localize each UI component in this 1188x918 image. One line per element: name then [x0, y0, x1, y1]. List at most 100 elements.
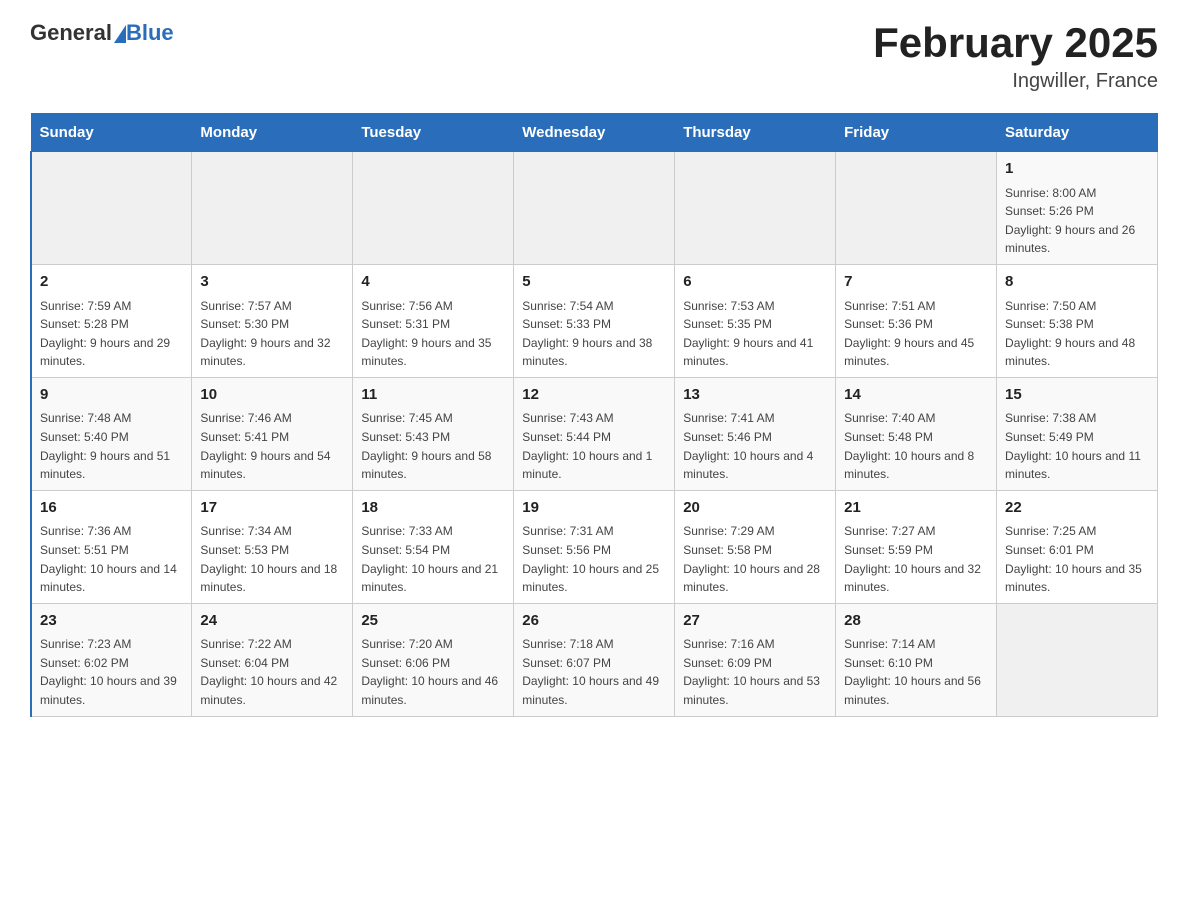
header-thursday: Thursday: [675, 114, 836, 152]
table-row: 7 Sunrise: 7:51 AMSunset: 5:36 PMDaylight…: [836, 265, 997, 378]
day-number: 25: [361, 610, 505, 633]
table-row: [997, 603, 1158, 716]
table-row: 23Sunrise: 7:23 AMSunset: 6:02 PMDayligh…: [31, 603, 192, 716]
day-number: 1: [1005, 158, 1149, 181]
day-number: 13: [683, 384, 827, 407]
day-number: 17: [200, 497, 344, 520]
table-row: 15Sunrise: 7:38 AMSunset: 5:49 PMDayligh…: [997, 377, 1158, 490]
table-row: 4Sunrise: 7:56 AMSunset: 5:31 PMDaylight…: [353, 265, 514, 378]
table-row: 25Sunrise: 7:20 AMSunset: 6:06 PMDayligh…: [353, 603, 514, 716]
logo-general-text: General: [30, 20, 112, 46]
header-friday: Friday: [836, 114, 997, 152]
day-number: 4: [361, 271, 505, 294]
table-row: 28Sunrise: 7:14 AMSunset: 6:10 PMDayligh…: [836, 603, 997, 716]
location-title: Ingwiller, France: [873, 70, 1158, 93]
header-monday: Monday: [192, 114, 353, 152]
sun-info: Sunrise: 7:43 AMSunset: 5:44 PMDaylight:…: [522, 409, 666, 483]
table-row: 2 Sunrise: 7:59 AMSunset: 5:28 PMDaylight…: [31, 265, 192, 378]
day-number: 2: [40, 271, 183, 294]
sun-info: Sunrise: 7:41 AMSunset: 5:46 PMDaylight:…: [683, 409, 827, 483]
calendar-header-row: Sunday Monday Tuesday Wednesday Thursday…: [31, 114, 1158, 152]
table-row: 17Sunrise: 7:34 AMSunset: 5:53 PMDayligh…: [192, 490, 353, 603]
day-number: 18: [361, 497, 505, 520]
sun-info: Sunrise: 7:23 AMSunset: 6:02 PMDaylight:…: [40, 635, 183, 709]
table-row: 3Sunrise: 7:57 AMSunset: 5:30 PMDaylight…: [192, 265, 353, 378]
table-row: [836, 152, 997, 265]
sun-info: Sunrise: 8:00 AMSunset: 5:26 PMDaylight:…: [1005, 184, 1149, 258]
sun-info: Sunrise: 7:54 AMSunset: 5:33 PMDaylight:…: [522, 297, 666, 371]
sun-info: Sunrise: 7:57 AMSunset: 5:30 PMDaylight:…: [200, 297, 344, 371]
logo: General Blue: [30, 20, 174, 46]
sun-info: Sunrise: 7:36 AMSunset: 5:51 PMDaylight:…: [40, 522, 183, 596]
table-row: 18Sunrise: 7:33 AMSunset: 5:54 PMDayligh…: [353, 490, 514, 603]
day-number: 7: [844, 271, 988, 294]
table-row: 14Sunrise: 7:40 AMSunset: 5:48 PMDayligh…: [836, 377, 997, 490]
header-saturday: Saturday: [997, 114, 1158, 152]
day-number: 12: [522, 384, 666, 407]
table-row: [353, 152, 514, 265]
table-row: [675, 152, 836, 265]
day-number: 19: [522, 497, 666, 520]
day-number: 21: [844, 497, 988, 520]
sun-info: Sunrise: 7:53 AMSunset: 5:35 PMDaylight:…: [683, 297, 827, 371]
sun-info: Sunrise: 7:50 AMSunset: 5:38 PMDaylight:…: [1005, 297, 1149, 371]
table-row: [192, 152, 353, 265]
table-row: [31, 152, 192, 265]
table-row: 10Sunrise: 7:46 AMSunset: 5:41 PMDayligh…: [192, 377, 353, 490]
sun-info: Sunrise: 7:20 AMSunset: 6:06 PMDaylight:…: [361, 635, 505, 709]
calendar-week-row: 9Sunrise: 7:48 AMSunset: 5:40 PMDaylight…: [31, 377, 1158, 490]
sun-info: Sunrise: 7:27 AMSunset: 5:59 PMDaylight:…: [844, 522, 988, 596]
header-wednesday: Wednesday: [514, 114, 675, 152]
table-row: 21Sunrise: 7:27 AMSunset: 5:59 PMDayligh…: [836, 490, 997, 603]
table-row: 22Sunrise: 7:25 AMSunset: 6:01 PMDayligh…: [997, 490, 1158, 603]
calendar-week-row: 1 Sunrise: 8:00 AMSunset: 5:26 PMDaylight…: [31, 152, 1158, 265]
day-number: 14: [844, 384, 988, 407]
day-number: 6: [683, 271, 827, 294]
day-number: 5: [522, 271, 666, 294]
day-number: 16: [40, 497, 183, 520]
table-row: 13Sunrise: 7:41 AMSunset: 5:46 PMDayligh…: [675, 377, 836, 490]
table-row: 19Sunrise: 7:31 AMSunset: 5:56 PMDayligh…: [514, 490, 675, 603]
day-number: 9: [40, 384, 183, 407]
day-number: 28: [844, 610, 988, 633]
table-row: 6 Sunrise: 7:53 AMSunset: 5:35 PMDaylight…: [675, 265, 836, 378]
sun-info: Sunrise: 7:18 AMSunset: 6:07 PMDaylight:…: [522, 635, 666, 709]
header-tuesday: Tuesday: [353, 114, 514, 152]
table-row: 12Sunrise: 7:43 AMSunset: 5:44 PMDayligh…: [514, 377, 675, 490]
sun-info: Sunrise: 7:31 AMSunset: 5:56 PMDaylight:…: [522, 522, 666, 596]
table-row: 1 Sunrise: 8:00 AMSunset: 5:26 PMDaylight…: [997, 152, 1158, 265]
logo-blue-text: Blue: [126, 20, 174, 46]
title-block: February 2025 Ingwiller, France: [873, 20, 1158, 93]
sun-info: Sunrise: 7:59 AMSunset: 5:28 PMDaylight:…: [40, 297, 183, 371]
table-row: 11Sunrise: 7:45 AMSunset: 5:43 PMDayligh…: [353, 377, 514, 490]
day-number: 11: [361, 384, 505, 407]
month-title: February 2025: [873, 20, 1158, 66]
sun-info: Sunrise: 7:51 AMSunset: 5:36 PMDaylight:…: [844, 297, 988, 371]
sun-info: Sunrise: 7:22 AMSunset: 6:04 PMDaylight:…: [200, 635, 344, 709]
day-number: 23: [40, 610, 183, 633]
sun-info: Sunrise: 7:48 AMSunset: 5:40 PMDaylight:…: [40, 409, 183, 483]
sun-info: Sunrise: 7:16 AMSunset: 6:09 PMDaylight:…: [683, 635, 827, 709]
sun-info: Sunrise: 7:29 AMSunset: 5:58 PMDaylight:…: [683, 522, 827, 596]
table-row: 20Sunrise: 7:29 AMSunset: 5:58 PMDayligh…: [675, 490, 836, 603]
day-number: 8: [1005, 271, 1149, 294]
day-number: 15: [1005, 384, 1149, 407]
day-number: 10: [200, 384, 344, 407]
day-number: 24: [200, 610, 344, 633]
header-sunday: Sunday: [31, 114, 192, 152]
calendar-week-row: 23Sunrise: 7:23 AMSunset: 6:02 PMDayligh…: [31, 603, 1158, 716]
sun-info: Sunrise: 7:46 AMSunset: 5:41 PMDaylight:…: [200, 409, 344, 483]
table-row: 16Sunrise: 7:36 AMSunset: 5:51 PMDayligh…: [31, 490, 192, 603]
table-row: 9Sunrise: 7:48 AMSunset: 5:40 PMDaylight…: [31, 377, 192, 490]
calendar-week-row: 2 Sunrise: 7:59 AMSunset: 5:28 PMDaylight…: [31, 265, 1158, 378]
sun-info: Sunrise: 7:38 AMSunset: 5:49 PMDaylight:…: [1005, 409, 1149, 483]
day-number: 27: [683, 610, 827, 633]
table-row: 27Sunrise: 7:16 AMSunset: 6:09 PMDayligh…: [675, 603, 836, 716]
table-row: 24Sunrise: 7:22 AMSunset: 6:04 PMDayligh…: [192, 603, 353, 716]
calendar-table: Sunday Monday Tuesday Wednesday Thursday…: [30, 113, 1158, 716]
sun-info: Sunrise: 7:34 AMSunset: 5:53 PMDaylight:…: [200, 522, 344, 596]
table-row: [514, 152, 675, 265]
day-number: 22: [1005, 497, 1149, 520]
logo-triangle-icon: [114, 25, 126, 43]
day-number: 26: [522, 610, 666, 633]
